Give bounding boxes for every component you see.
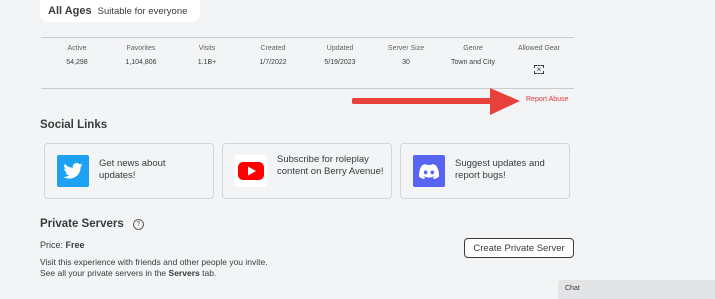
social-link-discord[interactable]: Suggest updates and report bugs!	[400, 143, 570, 199]
no-gear-icon: ×	[534, 65, 544, 74]
game-stats: Active 54,298 Favorites 1,104,806 Visits…	[41, 37, 574, 89]
servers-tab-link[interactable]: Servers	[169, 268, 200, 278]
price-label: Price:	[40, 240, 64, 250]
age-rating-card: All Ages Suitable for everyone	[40, 0, 200, 22]
stat-value: 5/19/2023	[324, 59, 356, 66]
stat-value: 1,104,806	[125, 59, 157, 66]
stat-label: Server Size	[387, 45, 425, 52]
price-value: Free	[65, 240, 85, 250]
create-private-server-button[interactable]: Create Private Server	[464, 238, 574, 258]
age-rating-title: All Ages	[48, 5, 92, 17]
red-arrow-annotation	[352, 88, 520, 115]
stat-label: Visits	[198, 45, 216, 52]
description-line: See all your private servers in the Serv…	[40, 268, 268, 279]
stat-value: 1/7/2022	[259, 59, 287, 66]
stat-label: Active	[67, 45, 87, 52]
stat-label: Genre	[463, 45, 483, 52]
social-link-twitter[interactable]: Get news about updates!	[44, 143, 214, 199]
stat-value: 30	[402, 59, 410, 66]
stat-value: Town and City	[451, 59, 495, 66]
description-text: tab.	[202, 268, 217, 278]
youtube-icon	[235, 155, 267, 187]
stat-label: Created	[260, 45, 286, 52]
social-link-youtube[interactable]: Subscribe for roleplay content on Berry …	[222, 143, 392, 199]
social-link-text: Subscribe for roleplay content on Berry …	[277, 154, 384, 177]
report-abuse-link[interactable]: Report Abuse	[526, 96, 568, 103]
stat-label: Updated	[326, 45, 354, 52]
help-icon[interactable]: ?	[133, 219, 144, 230]
description-text: See all your private servers in the	[40, 268, 167, 278]
private-server-description: Visit this experience with friends and o…	[40, 257, 268, 279]
discord-icon	[413, 155, 445, 187]
social-links-title: Social Links	[40, 119, 108, 131]
twitter-icon	[57, 155, 89, 187]
stat-value: 54,298	[66, 59, 88, 66]
stat-label: Allowed Gear	[517, 45, 561, 52]
description-line: Visit this experience with friends and o…	[40, 257, 268, 267]
social-link-text: Get news about updates!	[99, 158, 166, 181]
chat-bar[interactable]: Chat	[558, 280, 715, 299]
private-servers-title: Private Servers	[40, 218, 124, 230]
social-link-text: Suggest updates and report bugs!	[455, 158, 545, 181]
stat-value: 1.1B+	[197, 59, 217, 66]
private-server-price: Price: Free	[40, 240, 85, 250]
age-rating-description: Suitable for everyone	[97, 5, 188, 17]
stat-label: Favorites	[126, 45, 156, 52]
